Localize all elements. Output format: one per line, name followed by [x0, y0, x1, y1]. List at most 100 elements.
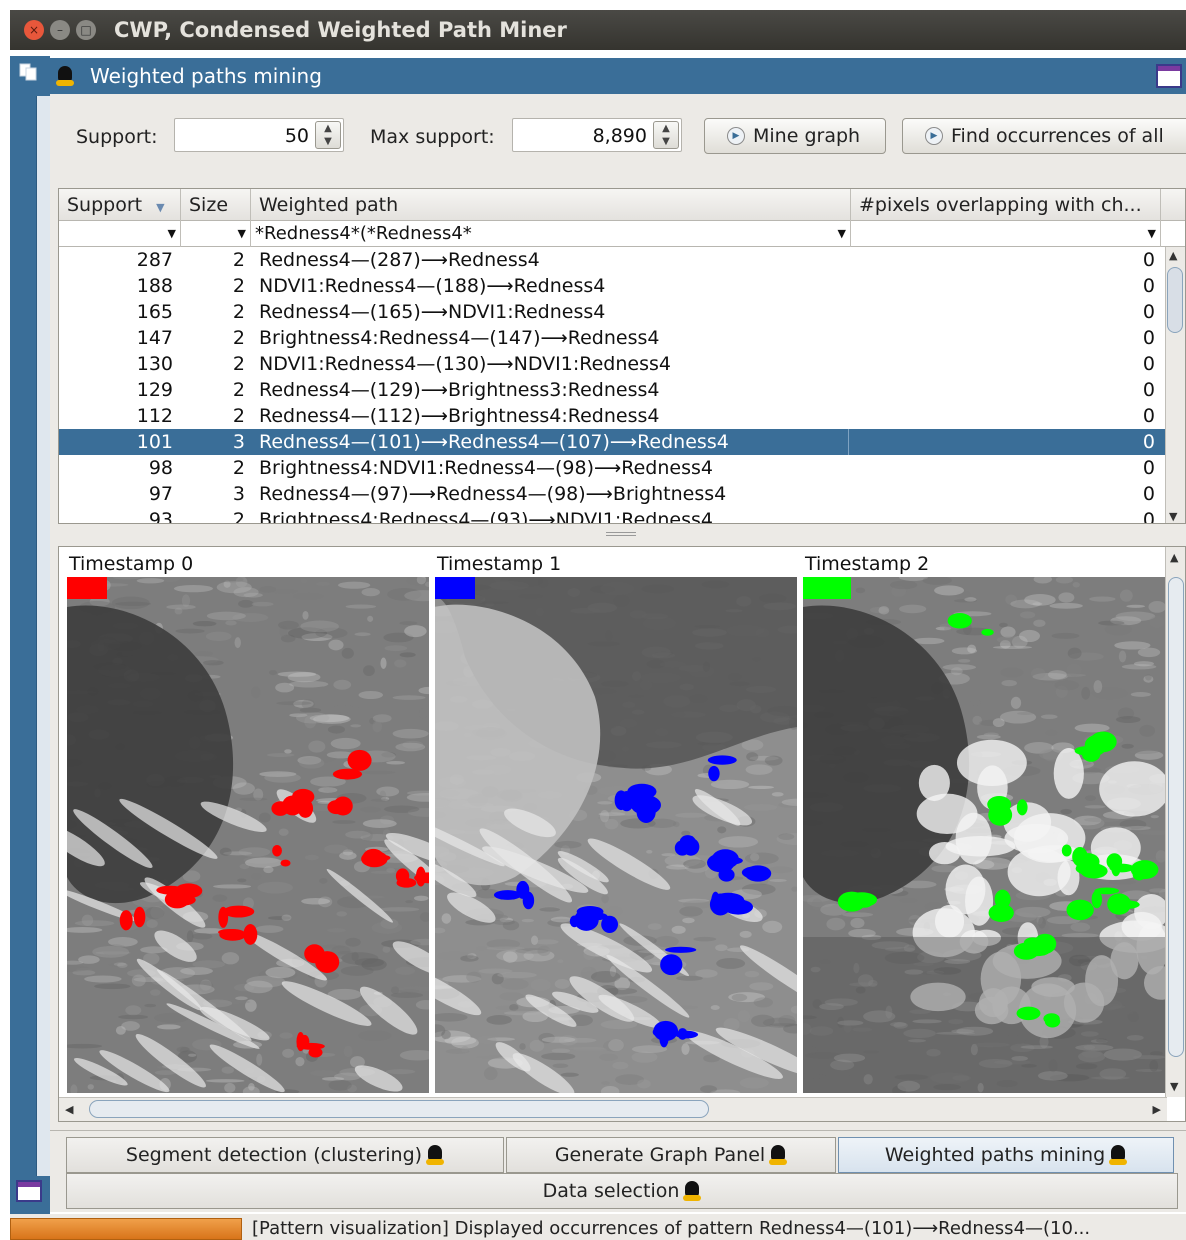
support-value: 50: [284, 125, 309, 147]
cell-support: 93: [148, 509, 173, 524]
header-pixels[interactable]: #pixels overlapping with ch...: [851, 189, 1161, 221]
table-row[interactable]: 98 2 Brightness4:NDVI1:Redness4—(98)⟶Redne…: [59, 455, 1167, 481]
cell-pixels: 0: [1142, 327, 1155, 349]
cell-size: 2: [232, 249, 245, 271]
tab-segment-label: Segment detection (clustering): [125, 1144, 423, 1166]
linux-icon: [683, 1180, 702, 1202]
max-support-value: 8,890: [592, 125, 647, 147]
viz-vertical-scrollbar[interactable]: ▲ ▼: [1165, 547, 1185, 1097]
timestamp-label: Timestamp 2: [805, 553, 930, 575]
table-row[interactable]: 287 2 Redness4—(287)⟶Redness4 0: [59, 247, 1167, 273]
header-support[interactable]: Support ▼: [59, 189, 181, 221]
cell-pixels: 0: [1142, 457, 1155, 479]
cell-pixels: 0: [1142, 379, 1155, 401]
tab-data-selection[interactable]: Data selection: [66, 1173, 1178, 1209]
copy-windows-icon[interactable]: [18, 62, 40, 82]
filter-pixels[interactable]: ▼: [851, 221, 1161, 247]
table-scroll-thumb[interactable]: [1167, 267, 1183, 333]
header-weighted-path[interactable]: Weighted path: [251, 189, 851, 221]
timestamp-panel-2: Timestamp 2: [803, 553, 1165, 1093]
scroll-up-icon[interactable]: ▲: [1170, 551, 1178, 564]
viz-horizontal-scrollbar[interactable]: ◀ ▶: [59, 1097, 1167, 1121]
header-pixels-label: #pixels overlapping with ch...: [859, 194, 1142, 216]
spinner-arrows-icon[interactable]: ▲ ▼: [315, 121, 341, 149]
table-row[interactable]: 147 2 Brightness4:Redness4—(147)⟶Redness4 0: [59, 325, 1167, 351]
cell-pixels: 0: [1142, 275, 1155, 297]
viz-hscroll-thumb[interactable]: [89, 1100, 709, 1118]
scroll-left-icon[interactable]: ◀: [65, 1103, 73, 1116]
table-row[interactable]: 130 2 NDVI1:Redness4—(130)⟶NDVI1:Redness4 0: [59, 351, 1167, 377]
scroll-down-icon[interactable]: ▼: [1170, 1080, 1178, 1093]
cell-support: 147: [136, 327, 173, 349]
mining-controls: Support: 50 ▲ ▼ Max support: 8,890 ▲ ▼ ▶ M…: [50, 112, 1186, 158]
timestamp-panel-0: Timestamp 0: [67, 553, 429, 1093]
satellite-image-2: [803, 577, 1165, 1093]
cell-pixels: 0: [1142, 431, 1155, 453]
filter-path[interactable]: *Redness4*(*Redness4* ▼: [251, 221, 851, 247]
frame-maximize-icon[interactable]: [1156, 64, 1182, 88]
mine-graph-button[interactable]: ▶ Mine graph: [704, 118, 886, 154]
cell-pixels: 0: [1142, 353, 1155, 375]
close-icon: ×: [28, 23, 40, 37]
patterns-table: Support ▼ Size Weighted path #pixels ove…: [58, 188, 1186, 524]
splitter-grip-icon[interactable]: [606, 532, 636, 536]
support-spinner[interactable]: 50 ▲ ▼: [174, 118, 344, 152]
left-panel-track: [36, 96, 50, 1176]
pattern-visualization: Timestamp 0 Timestamp 1 Timestamp 2 ▲ ▼ …: [58, 546, 1186, 1122]
maximize-window-button[interactable]: □: [76, 20, 96, 40]
table-row[interactable]: 101 3 Redness4—(101)⟶Redness4—(107)⟶Rednes…: [59, 429, 1167, 455]
cell-support: 112: [136, 405, 173, 427]
filter-size[interactable]: ▼: [181, 221, 251, 247]
max-support-spinner[interactable]: 8,890 ▲ ▼: [512, 118, 682, 152]
cell-pixels: 0: [1142, 509, 1155, 524]
satellite-image-canvas: [435, 577, 797, 1093]
cell-size: 2: [232, 301, 245, 323]
tab-generate-label: Generate Graph Panel: [554, 1144, 766, 1166]
cell-size: 2: [232, 327, 245, 349]
module-tabs: Segment detection (clustering) Generate …: [50, 1130, 1186, 1212]
split-divider[interactable]: [50, 526, 1186, 544]
restore-frame-icon[interactable]: [16, 1180, 42, 1202]
tab-weighted-paths[interactable]: Weighted paths mining: [838, 1137, 1174, 1173]
find-occurrences-button[interactable]: ▶ Find occurrences of all: [902, 118, 1186, 154]
scroll-right-icon[interactable]: ▶: [1153, 1103, 1161, 1116]
filter-path-value: *Redness4*(*Redness4*: [255, 223, 472, 244]
table-header: Support ▼ Size Weighted path #pixels ove…: [59, 189, 1185, 221]
cell-support: 129: [136, 379, 173, 401]
tab-data-label: Data selection: [542, 1180, 680, 1202]
filter-support[interactable]: ▼: [59, 221, 181, 247]
tab-weighted-label: Weighted paths mining: [884, 1144, 1106, 1166]
close-window-button[interactable]: ×: [24, 20, 44, 40]
header-size[interactable]: Size: [181, 189, 251, 221]
linux-icon: [426, 1144, 445, 1166]
dropdown-arrow-icon: ▼: [167, 227, 176, 240]
satellite-image-0: [67, 577, 429, 1093]
cell-size: 2: [232, 275, 245, 297]
tab-generate-graph[interactable]: Generate Graph Panel: [506, 1137, 836, 1173]
viz-vscroll-thumb[interactable]: [1168, 577, 1184, 1057]
status-bar: [Pattern visualization] Displayed occurr…: [10, 1214, 1186, 1240]
play-icon: ▶: [727, 127, 745, 145]
cell-size: 2: [232, 405, 245, 427]
tab-segment-detection[interactable]: Segment detection (clustering): [66, 1137, 504, 1173]
scroll-up-icon[interactable]: ▲: [1169, 249, 1177, 262]
cell-path: Brightness4:NDVI1:Redness4—(98)⟶Redness4: [259, 457, 713, 479]
linux-icon: [56, 65, 74, 87]
table-row[interactable]: 129 2 Redness4—(129)⟶Brightness3:Redness4 0: [59, 377, 1167, 403]
table-row[interactable]: 93 2 Brightness4:Redness4—(93)⟶NDVI1:Redne…: [59, 507, 1167, 524]
cell-path: Brightness4:Redness4—(93)⟶NDVI1:Redness4: [259, 509, 713, 524]
table-row[interactable]: 165 2 Redness4—(165)⟶NDVI1:Redness4 0: [59, 299, 1167, 325]
minimize-window-button[interactable]: –: [50, 20, 70, 40]
cell-path: NDVI1:Redness4—(130)⟶NDVI1:Redness4: [259, 353, 671, 375]
table-row[interactable]: 188 2 NDVI1:Redness4—(188)⟶Redness4 0: [59, 273, 1167, 299]
header-support-label: Support: [67, 194, 143, 216]
cell-path: Redness4—(287)⟶Redness4: [259, 249, 540, 271]
spinner-arrows-icon[interactable]: ▲ ▼: [653, 121, 679, 149]
table-row[interactable]: 112 2 Redness4—(112)⟶Brightness4:Redness4 0: [59, 403, 1167, 429]
cell-size: 2: [232, 457, 245, 479]
table-scrollbar[interactable]: ▲ ▼: [1165, 247, 1185, 523]
filter-row: ▼ ▼ *Redness4*(*Redness4* ▼ ▼: [59, 221, 1185, 247]
scroll-down-icon[interactable]: ▼: [1169, 510, 1177, 523]
linux-icon: [769, 1144, 788, 1166]
table-row[interactable]: 97 3 Redness4—(97)⟶Redness4—(98)⟶Brightnes…: [59, 481, 1167, 507]
